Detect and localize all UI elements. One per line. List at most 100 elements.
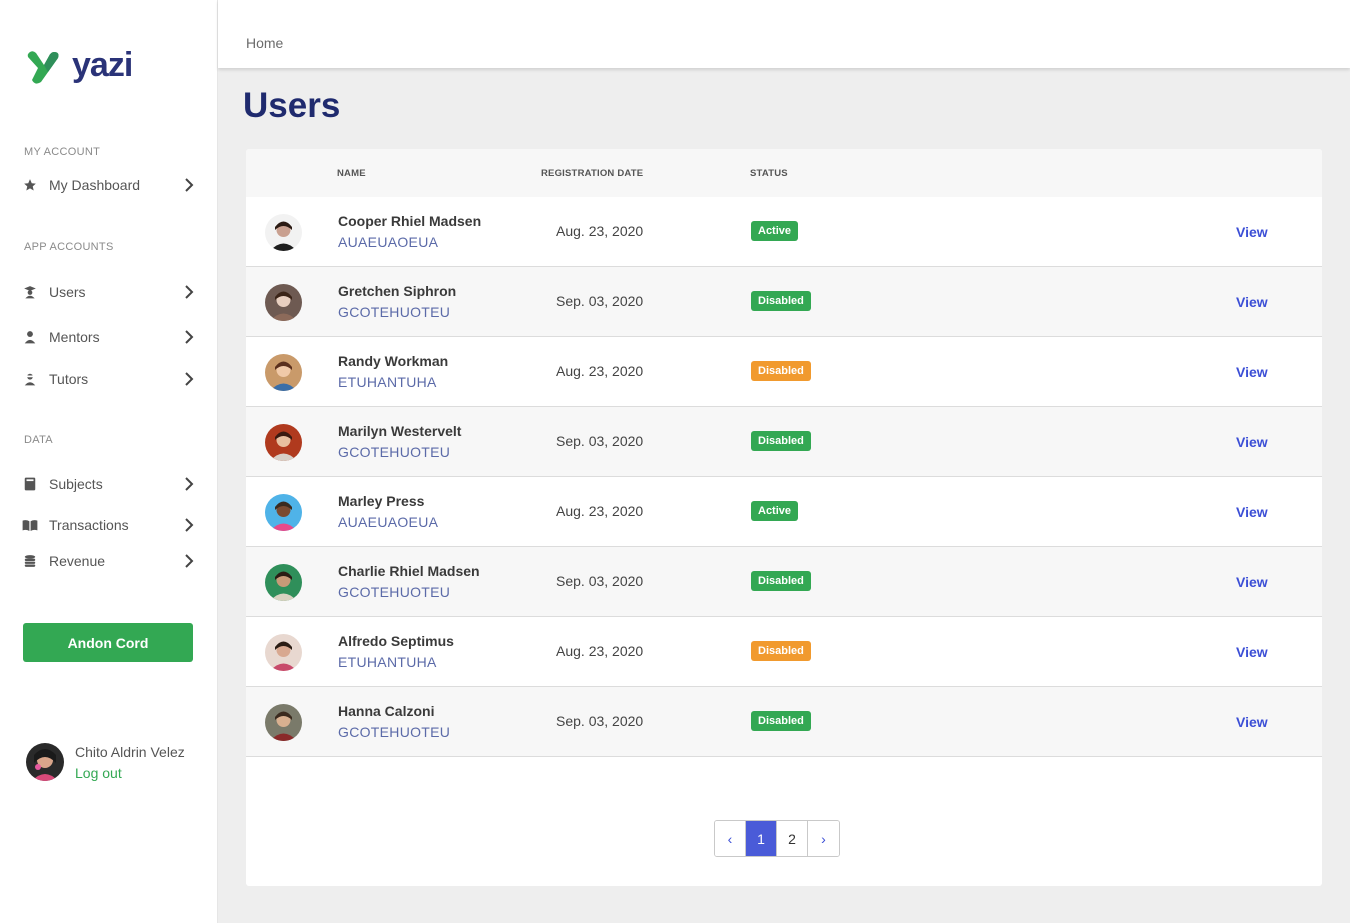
- sidebar-item-mentors[interactable]: Mentors: [0, 324, 218, 350]
- user-code: AUAEUAOEUA: [338, 514, 439, 530]
- andon-cord-button[interactable]: Andon Cord: [23, 623, 193, 662]
- user-name: Gretchen Siphron: [338, 283, 457, 299]
- user-code: GCOTEHUOTEU: [338, 584, 451, 600]
- registration-date: Sep. 03, 2020: [556, 713, 644, 729]
- section-title-my-account: MY ACCOUNT: [24, 146, 101, 158]
- sidebar-item-transactions[interactable]: Transactions: [0, 512, 218, 538]
- registration-date: Sep. 03, 2020: [556, 293, 644, 309]
- chevron-right-icon: [185, 477, 194, 491]
- view-link[interactable]: View: [1236, 294, 1268, 310]
- user-name: Charlie Rhiel Madsen: [338, 563, 480, 579]
- column-header-name[interactable]: NAME: [337, 168, 366, 179]
- user-avatar: [265, 564, 302, 601]
- page-title: Users: [243, 86, 341, 125]
- view-link[interactable]: View: [1236, 714, 1268, 730]
- pagination: ‹ 1 2 ›: [714, 820, 840, 857]
- book-icon: [22, 476, 38, 492]
- status-badge: Disabled: [751, 291, 811, 311]
- user-avatar: [265, 424, 302, 461]
- view-link[interactable]: View: [1236, 364, 1268, 380]
- pagination-next-button[interactable]: ›: [808, 821, 839, 856]
- user-code: ETUHANTUHA: [338, 374, 437, 390]
- chevron-right-icon: [185, 372, 194, 386]
- column-header-registration-date[interactable]: REGISTRATION DATE: [541, 168, 643, 179]
- open-book-icon: [22, 517, 38, 533]
- view-link[interactable]: View: [1236, 644, 1268, 660]
- user-avatar: [265, 214, 302, 251]
- logo[interactable]: yazi: [24, 46, 133, 88]
- sidebar-item-subjects[interactable]: Subjects: [0, 471, 218, 497]
- section-title-app-accounts: APP ACCOUNTS: [24, 241, 114, 253]
- pagination-page-2[interactable]: 2: [777, 821, 808, 856]
- sidebar: yazi MY ACCOUNT My Dashboard APP ACCOUNT…: [0, 0, 218, 923]
- sidebar-item-tutors[interactable]: Tutors: [0, 366, 218, 392]
- chevron-right-icon: [185, 285, 194, 299]
- sidebar-item-label: Transactions: [49, 517, 129, 533]
- status-badge: Active: [751, 501, 799, 521]
- user-code: GCOTEHUOTEU: [338, 444, 451, 460]
- logo-text: yazi: [72, 46, 133, 84]
- registration-date: Sep. 03, 2020: [556, 433, 644, 449]
- table-header: NAME REGISTRATION DATE STATUS: [246, 149, 1322, 197]
- yazi-logo-icon: [27, 51, 59, 84]
- table-row: Randy Workman ETUHANTUHA Aug. 23, 2020 Disa…: [246, 337, 1322, 407]
- sidebar-item-label: Revenue: [49, 553, 106, 569]
- table-row: Cooper Rhiel Madsen AUAEUAOEUA Aug. 23, 20…: [246, 197, 1322, 267]
- sidebar-item-revenue[interactable]: Revenue: [0, 548, 218, 574]
- user-name: Cooper Rhiel Madsen: [338, 213, 482, 229]
- status-badge: Disabled: [751, 431, 811, 451]
- coins-icon: [22, 553, 38, 569]
- current-user-name: Chito Aldrin Velez: [75, 744, 185, 760]
- registration-date: Sep. 03, 2020: [556, 573, 644, 589]
- registration-date: Aug. 23, 2020: [556, 363, 644, 379]
- chevron-right-icon: [185, 518, 194, 532]
- top-bar: Home: [218, 0, 1350, 68]
- view-link[interactable]: View: [1236, 504, 1268, 520]
- status-badge: Disabled: [751, 641, 811, 661]
- registration-date: Aug. 23, 2020: [556, 223, 644, 239]
- table-row: Charlie Rhiel Madsen GCOTEHUOTEU Sep. 03, …: [246, 547, 1322, 617]
- user-avatar: [265, 354, 302, 391]
- view-link[interactable]: View: [1236, 574, 1268, 590]
- table-row: Hanna Calzoni GCOTEHUOTEU Sep. 03, 2020 Dis…: [246, 687, 1322, 757]
- sidebar-item-label: My Dashboard: [49, 177, 141, 193]
- status-badge: Disabled: [751, 361, 811, 381]
- user-code: GCOTEHUOTEU: [338, 304, 451, 320]
- sidebar-item-my-dashboard[interactable]: My Dashboard: [0, 172, 218, 198]
- section-title-data: DATA: [24, 434, 53, 446]
- chevron-right-icon: [185, 330, 194, 344]
- user-code: ETUHANTUHA: [338, 654, 437, 670]
- registration-date: Aug. 23, 2020: [556, 503, 644, 519]
- sidebar-item-label: Tutors: [49, 371, 89, 387]
- user-code: GCOTEHUOTEU: [338, 724, 451, 740]
- pagination-page-1[interactable]: 1: [746, 821, 777, 856]
- view-link[interactable]: View: [1236, 224, 1268, 240]
- sidebar-item-label: Subjects: [49, 476, 103, 492]
- user-code: AUAEUAOEUA: [338, 234, 439, 250]
- user-avatar: [265, 494, 302, 531]
- sidebar-item-users[interactable]: Users: [0, 279, 218, 305]
- table-row: Marilyn Westervelt GCOTEHUOTEU Sep. 03, 20…: [246, 407, 1322, 477]
- status-badge: Active: [751, 221, 799, 241]
- table-row: Alfredo Septimus ETUHANTUHA Aug. 23, 2020 D…: [246, 617, 1322, 687]
- user-name: Marley Press: [338, 493, 425, 509]
- user-name: Alfredo Septimus: [338, 633, 454, 649]
- pagination-prev-button[interactable]: ‹: [715, 821, 746, 856]
- table-row: Marley Press AUAEUAOEUA Aug. 23, 2020 Activ…: [246, 477, 1322, 547]
- logout-link[interactable]: Log out: [75, 765, 122, 781]
- chevron-right-icon: [185, 554, 194, 568]
- view-link[interactable]: View: [1236, 434, 1268, 450]
- star-icon: [22, 177, 38, 193]
- user-avatar: [265, 704, 302, 741]
- current-user-avatar[interactable]: [26, 743, 64, 781]
- users-table: NAME REGISTRATION DATE STATUS Cooper Rhi…: [246, 149, 1322, 886]
- user-avatar: [265, 284, 302, 321]
- column-header-status[interactable]: STATUS: [750, 168, 788, 179]
- user-name: Randy Workman: [338, 353, 449, 369]
- sidebar-item-label: Mentors: [49, 329, 100, 345]
- chevron-right-icon: [185, 178, 194, 192]
- table-row: Gretchen Siphron GCOTEHUOTEU Sep. 03, 2020…: [246, 267, 1322, 337]
- breadcrumb[interactable]: Home: [246, 35, 283, 51]
- sidebar-item-label: Users: [49, 284, 86, 300]
- user-name: Hanna Calzoni: [338, 703, 435, 719]
